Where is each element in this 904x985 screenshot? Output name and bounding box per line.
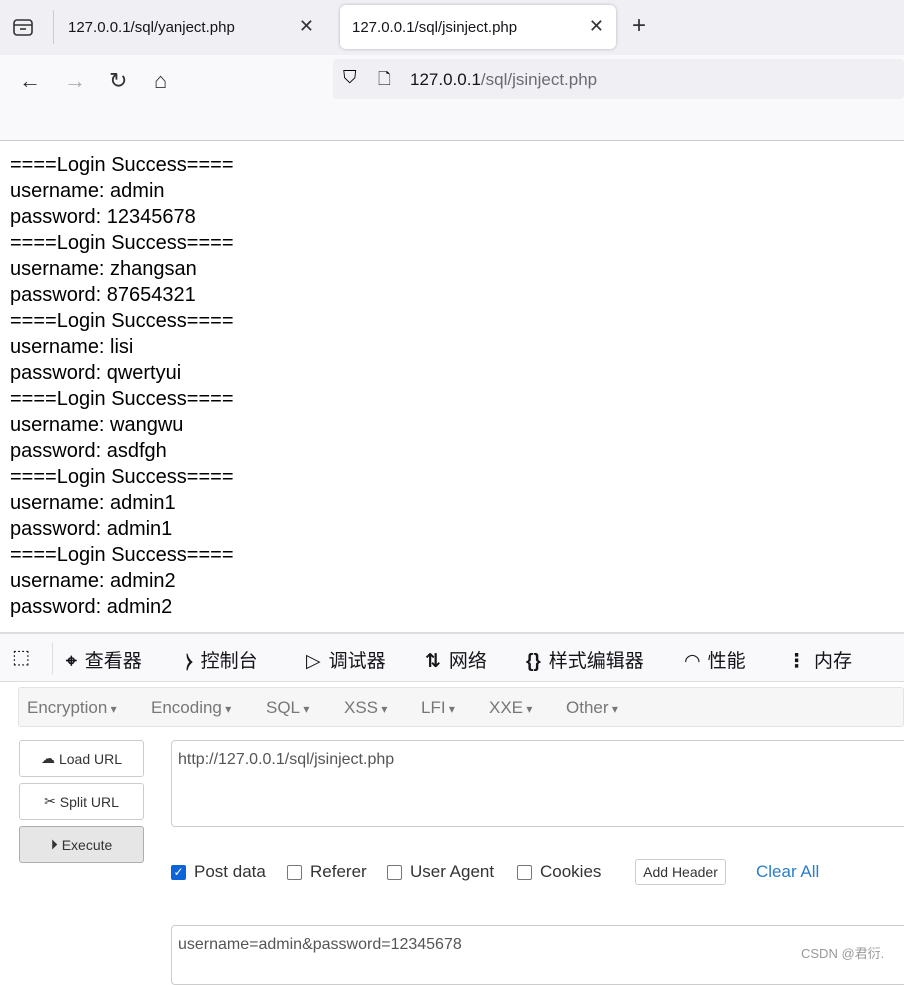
cloud-download-icon: ☁ xyxy=(40,750,55,766)
devtools-tab-label: 性能 xyxy=(707,651,746,672)
reload-icon[interactable]: ↻ xyxy=(109,68,127,94)
tab-bar: 127.0.0.1/sql/yanject.php ✕ 127.0.0.1/sql… xyxy=(0,0,904,55)
output-line: password: admin2 xyxy=(10,596,173,618)
devtools-tab-label: 网络 xyxy=(448,651,487,672)
option-label: Post data xyxy=(194,862,266,881)
devtools-tab-label: 调试器 xyxy=(328,651,386,672)
output-line: password: admin1 xyxy=(10,518,173,540)
devtools-tab-label: 样式编辑器 xyxy=(548,651,644,672)
checkbox[interactable] xyxy=(387,864,402,880)
option-cookies[interactable]: Cookies xyxy=(517,862,601,882)
menu-xss[interactable]: XSS xyxy=(344,698,387,718)
clear-all-link[interactable]: Clear All xyxy=(756,862,819,882)
checkbox[interactable] xyxy=(517,864,532,880)
button-label: Split URL xyxy=(59,793,119,810)
output-line: password: 87654321 xyxy=(10,284,196,306)
option-user-agent[interactable]: User Agent xyxy=(387,862,494,882)
menu-xxe[interactable]: XXE xyxy=(489,698,532,718)
menu-other[interactable]: Other xyxy=(566,698,618,718)
watermark: CSDN @君衍. xyxy=(801,946,885,961)
divider xyxy=(52,642,53,674)
element-picker-icon[interactable]: ⬚ xyxy=(12,646,30,669)
split-url-button[interactable]: ✂ Split URL xyxy=(19,783,144,820)
memory-icon: ⋮ xyxy=(787,651,806,672)
tab-list-icon[interactable] xyxy=(12,16,34,38)
output-line: username: admin1 xyxy=(10,492,176,514)
checkbox[interactable]: ✓ xyxy=(171,864,186,880)
output-line: ====Login Success==== xyxy=(10,310,234,332)
page-output: ====Login Success==== username: admin pass… xyxy=(10,152,234,620)
menu-lfi[interactable]: LFI xyxy=(421,698,455,718)
output-line: ====Login Success==== xyxy=(10,154,234,176)
devtools-tab-label: 控制台 xyxy=(200,651,258,672)
devtools-tab-label: 内存 xyxy=(814,651,853,672)
new-tab-icon[interactable]: + xyxy=(632,12,646,40)
output-line: username: admin2 xyxy=(10,570,176,592)
menu-sql[interactable]: SQL xyxy=(266,698,309,718)
output-line: password: 12345678 xyxy=(10,206,196,228)
output-line: username: admin xyxy=(10,180,165,202)
option-post-data[interactable]: ✓ Post data xyxy=(171,862,266,882)
button-label: Load URL xyxy=(58,750,123,767)
url-text: 127.0.0.1/sql/jsinject.php xyxy=(410,70,598,89)
divider xyxy=(53,10,54,44)
devtools-tab[interactable]: ▷ 调试器 xyxy=(306,646,386,673)
tab-title: 127.0.0.1/sql/jsinject.php xyxy=(352,19,518,36)
menu-encryption[interactable]: Encryption xyxy=(27,698,117,718)
scissors-icon: ✂ xyxy=(44,793,56,809)
option-label: Referer xyxy=(310,862,367,881)
inspector-icon: ⌖ xyxy=(66,651,77,672)
page-icon: 🗋 xyxy=(378,71,391,88)
close-tab-icon[interactable]: ✕ xyxy=(589,16,604,37)
output-line: password: qwertyui xyxy=(10,362,182,384)
menu-encoding[interactable]: Encoding xyxy=(151,698,231,718)
devtools-tab[interactable]: ◠ 性能 xyxy=(685,646,746,673)
tab-title: 127.0.0.1/sql/yanject.php xyxy=(68,19,235,36)
output-line: password: asdfgh xyxy=(10,440,167,462)
shield-icon[interactable]: ⛉ xyxy=(343,67,357,88)
back-icon[interactable]: ← xyxy=(19,68,41,94)
url-textarea[interactable]: http://127.0.0.1/sql/jsinject.php xyxy=(171,740,904,827)
post-data-textarea[interactable]: username=admin&password=12345678 xyxy=(171,925,904,985)
add-header-button[interactable]: Add Header xyxy=(635,859,726,885)
debugger-icon: ▷ xyxy=(306,651,321,672)
network-icon: ⇅ xyxy=(425,651,441,672)
console-icon: ⧽ xyxy=(186,651,193,672)
close-tab-icon[interactable]: ✕ xyxy=(299,16,314,37)
devtools-tab[interactable]: {} 样式编辑器 xyxy=(526,646,644,673)
output-line: username: lisi xyxy=(10,336,134,358)
devtools-toolbar: ⬚ ⌖ 查看器 ⧽ 控制台 ▷ 调试器 ⇅ 网络 {} 样式编辑器 ◠ 性能 ⋮ 内存 xyxy=(0,632,904,682)
option-referer[interactable]: Referer xyxy=(287,862,367,882)
home-icon[interactable]: ⌂ xyxy=(154,68,167,94)
forward-icon[interactable]: → xyxy=(64,68,86,94)
option-label: Cookies xyxy=(540,862,602,881)
output-line: ====Login Success==== xyxy=(10,544,234,566)
output-line: ====Login Success==== xyxy=(10,232,234,254)
devtools-tab[interactable]: ⇅ 网络 xyxy=(425,646,487,673)
devtools-tab[interactable]: ⌖ 查看器 xyxy=(66,646,142,673)
play-icon: ⏵ xyxy=(50,836,58,852)
output-line: ====Login Success==== xyxy=(10,466,234,488)
tab-yanject[interactable]: 127.0.0.1/sql/yanject.php ✕ xyxy=(56,5,326,49)
hackbar-menu: Encryption Encoding SQL XSS LFI XXE Other xyxy=(18,687,904,727)
nav-bar: ← → ↻ ⌂ ⛉ 🗋 127.0.0.1/sql/jsinject.php xyxy=(0,55,904,107)
toolbar-strip xyxy=(0,107,904,141)
devtools-tab[interactable]: ⋮ 内存 xyxy=(787,646,852,673)
execute-button[interactable]: ⏵ Execute xyxy=(19,826,144,863)
checkbox[interactable] xyxy=(287,864,302,880)
style-editor-icon: {} xyxy=(526,651,541,672)
option-label: User Agent xyxy=(410,862,495,881)
output-line: username: wangwu xyxy=(10,414,184,436)
performance-icon: ◠ xyxy=(685,651,700,672)
devtools-tab-label: 查看器 xyxy=(84,651,142,672)
load-url-button[interactable]: ☁ Load URL xyxy=(19,740,144,777)
url-bar[interactable]: ⛉ 🗋 127.0.0.1/sql/jsinject.php xyxy=(333,59,904,99)
button-label: Execute xyxy=(61,836,113,853)
devtools-tab[interactable]: ⧽ 控制台 xyxy=(186,646,258,673)
tab-jsinject[interactable]: 127.0.0.1/sql/jsinject.php ✕ xyxy=(340,5,616,49)
output-line: ====Login Success==== xyxy=(10,388,234,410)
output-line: username: zhangsan xyxy=(10,258,197,280)
